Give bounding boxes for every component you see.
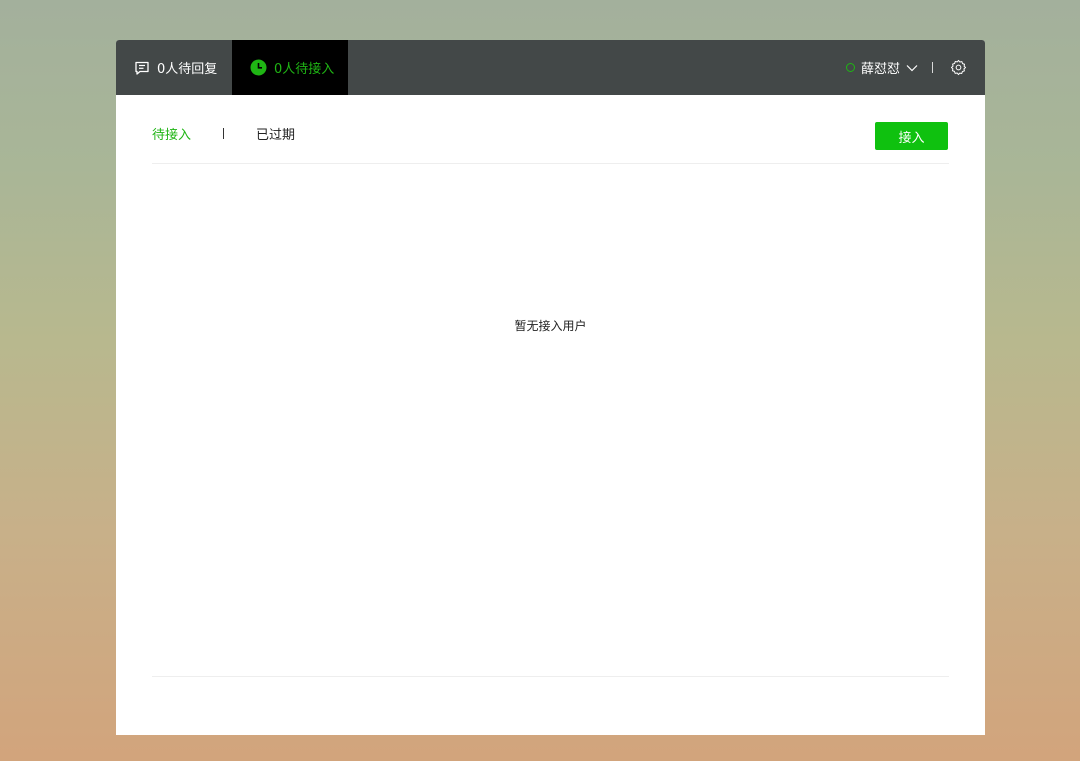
- user-name[interactable]: 薛怼怼: [861, 58, 900, 77]
- tab-waiting-access-label: 0人待接入: [274, 62, 335, 77]
- top-bar: 0人待回复 0人待接入 薛怼怼: [116, 40, 985, 95]
- user-tools: 薛怼怼: [845, 40, 967, 95]
- subtab-divider: [223, 128, 225, 139]
- footer-divider: [152, 676, 949, 677]
- subtab-waiting[interactable]: 待接入: [152, 124, 191, 143]
- online-status-icon: [845, 63, 855, 72]
- chat-bubble-icon: [134, 60, 150, 76]
- accept-button[interactable]: 接入: [875, 122, 948, 150]
- sub-tabs: 待接入 已过期: [152, 124, 295, 143]
- tab-pending-reply-label: 0人待回复: [157, 62, 218, 77]
- tab-pending-reply[interactable]: 0人待回复: [116, 40, 232, 95]
- header-divider: [152, 163, 949, 164]
- chevron-down-icon[interactable]: [906, 64, 918, 72]
- toolbar-divider: [932, 62, 933, 73]
- subtab-expired[interactable]: 已过期: [256, 124, 295, 143]
- tab-waiting-access[interactable]: 0人待接入: [232, 40, 348, 95]
- chat-panel-window: 0人待回复 0人待接入 薛怼怼 待接入 已过期 接入 暂无接入用户: [116, 40, 985, 735]
- empty-state-text: 暂无接入用户: [514, 319, 587, 333]
- gear-icon[interactable]: [950, 59, 967, 76]
- clock-icon: [250, 59, 267, 76]
